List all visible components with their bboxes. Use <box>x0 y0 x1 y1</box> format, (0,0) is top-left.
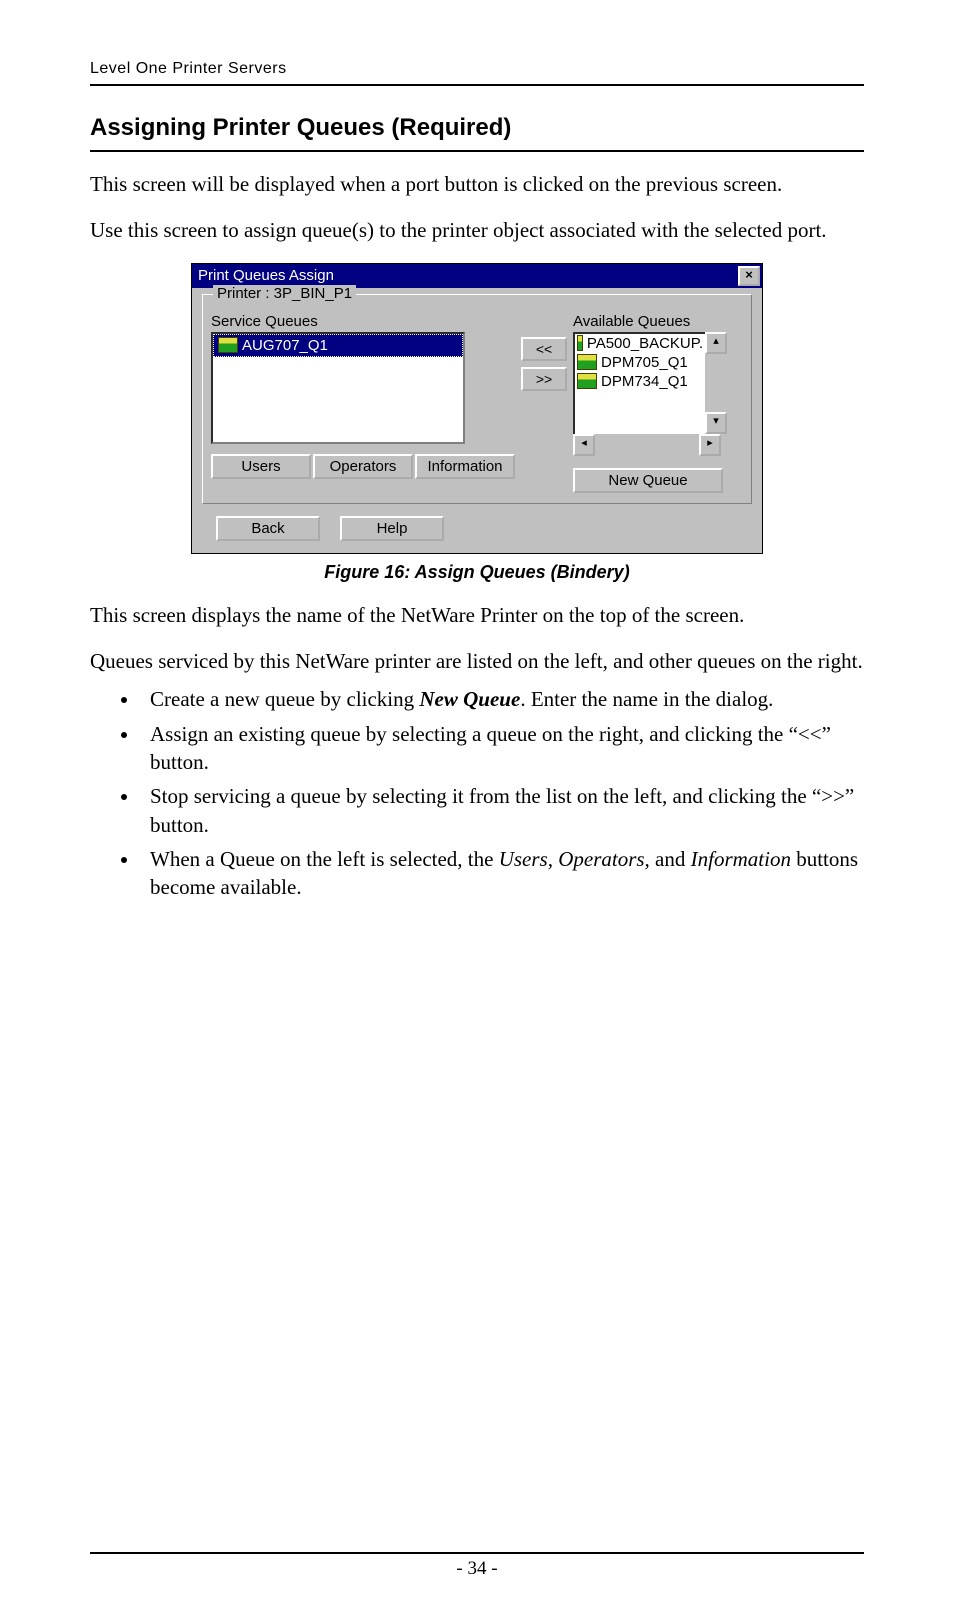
text: Create a new queue by clicking <box>150 687 419 711</box>
left-button-row: Users Operators Information <box>211 454 515 479</box>
dialog-window: Print Queues Assign × Printer : 3P_BIN_P… <box>191 263 763 554</box>
move-left-button[interactable]: << <box>521 337 567 361</box>
scroll-down-icon[interactable]: ▾ <box>705 412 727 434</box>
emphasis: Users, Operators, <box>499 847 650 871</box>
list-item: Create a new queue by clicking New Queue… <box>140 685 864 713</box>
emphasis: Information <box>691 847 791 871</box>
bullet-list: Create a new queue by clicking New Queue… <box>90 685 864 901</box>
back-button[interactable]: Back <box>216 516 320 541</box>
list-item-label: AUG707_Q1 <box>242 337 328 354</box>
text: and <box>650 847 691 871</box>
service-queues-panel: Service Queues AUG707_Q1 Users Operators… <box>211 313 515 479</box>
queue-icon <box>218 337 238 353</box>
scroll-left-icon[interactable]: ◂ <box>573 434 595 456</box>
move-right-button[interactable]: >> <box>521 367 567 391</box>
queue-panels-row: Service Queues AUG707_Q1 Users Operators… <box>211 313 743 493</box>
available-queues-listbox-wrap: PA500_BACKUP. DPM705_Q1 DPM734_Q1 <box>573 332 723 458</box>
list-item[interactable]: DPM734_Q1 <box>575 372 705 391</box>
queue-icon <box>577 373 597 389</box>
intro-paragraph-2: Use this screen to assign queue(s) to th… <box>90 216 864 244</box>
list-item-label: DPM705_Q1 <box>601 354 688 371</box>
vertical-scrollbar[interactable]: ▴ ▾ <box>705 332 723 434</box>
help-button[interactable]: Help <box>340 516 444 541</box>
service-queues-listbox[interactable]: AUG707_Q1 <box>211 332 465 444</box>
scroll-right-icon[interactable]: ▸ <box>699 434 721 456</box>
list-item: When a Queue on the left is selected, th… <box>140 845 864 902</box>
figure-caption: Figure 16: Assign Queues (Bindery) <box>90 562 864 583</box>
list-item: Stop servicing a queue by selecting it f… <box>140 782 864 839</box>
page-number: - 34 - <box>0 1558 954 1580</box>
available-queues-listbox[interactable]: PA500_BACKUP. DPM705_Q1 DPM734_Q1 <box>573 332 707 438</box>
section-heading: Assigning Printer Queues (Required) <box>90 114 864 152</box>
emphasis: New Queue <box>419 687 520 711</box>
text: . Enter the name in the dialog. <box>520 687 773 711</box>
paragraph: This screen displays the name of the Net… <box>90 601 864 629</box>
service-queues-label: Service Queues <box>211 313 515 330</box>
list-item[interactable]: AUG707_Q1 <box>213 334 463 357</box>
dialog-client-area: Printer : 3P_BIN_P1 Service Queues AUG70… <box>192 288 762 553</box>
queue-icon <box>577 335 583 351</box>
operators-button[interactable]: Operators <box>313 454 413 479</box>
groupbox-label: Printer : 3P_BIN_P1 <box>213 285 356 302</box>
new-queue-button[interactable]: New Queue <box>573 468 723 493</box>
text: When a Queue on the left is selected, th… <box>150 847 499 871</box>
footer-rule <box>90 1552 864 1554</box>
information-button[interactable]: Information <box>415 454 515 479</box>
running-header: Level One Printer Servers <box>90 60 864 86</box>
close-icon[interactable]: × <box>738 266 760 286</box>
printer-groupbox: Printer : 3P_BIN_P1 Service Queues AUG70… <box>202 294 752 504</box>
list-item[interactable]: DPM705_Q1 <box>575 353 705 372</box>
dialog-bottom-buttons: Back Help <box>202 516 752 541</box>
list-item-label: DPM734_Q1 <box>601 373 688 390</box>
move-buttons: << >> <box>521 337 567 391</box>
right-button-row: New Queue <box>573 468 723 493</box>
scroll-up-icon[interactable]: ▴ <box>705 332 727 354</box>
paragraph: Queues serviced by this NetWare printer … <box>90 647 864 675</box>
queue-icon <box>577 354 597 370</box>
intro-paragraph-1: This screen will be displayed when a por… <box>90 170 864 198</box>
available-queues-panel: Available Queues PA500_BACKUP. DPM705_Q1 <box>573 313 723 493</box>
users-button[interactable]: Users <box>211 454 311 479</box>
horizontal-scrollbar[interactable]: ◂ ▸ <box>573 434 721 452</box>
available-queues-label: Available Queues <box>573 313 723 330</box>
list-item: Assign an existing queue by selecting a … <box>140 720 864 777</box>
dialog-title: Print Queues Assign <box>198 267 334 284</box>
list-item-label: PA500_BACKUP. <box>587 335 703 352</box>
page: Level One Printer Servers Assigning Prin… <box>0 0 954 1610</box>
list-item[interactable]: PA500_BACKUP. <box>575 334 705 353</box>
